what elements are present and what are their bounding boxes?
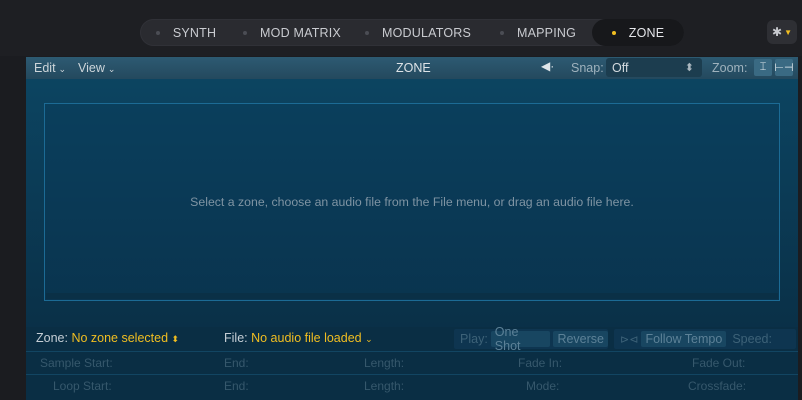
loop-row: Loop Start: End: Length: Mode: Crossfade… bbox=[26, 374, 798, 397]
tab-indicator-dot bbox=[611, 30, 616, 35]
zoom-vertical-icon[interactable]: ⌶ bbox=[754, 59, 772, 76]
loop-start-field[interactable]: Loop Start: bbox=[53, 379, 112, 393]
speaker-icon[interactable]: ◀· bbox=[541, 59, 554, 73]
zone-value: No zone selected bbox=[71, 331, 169, 345]
audio-drop-area[interactable]: Select a zone, choose an audio file from… bbox=[44, 103, 780, 301]
tab-indicator-dot bbox=[155, 30, 160, 35]
tab-synth[interactable]: SYNTH bbox=[140, 19, 232, 46]
loop-length-field[interactable]: Length: bbox=[364, 379, 404, 393]
tab-mapping[interactable]: MAPPING bbox=[484, 19, 592, 46]
follow-tempo-button[interactable]: Follow Tempo bbox=[641, 331, 727, 347]
fade-out-field[interactable]: Fade Out: bbox=[692, 356, 745, 370]
drop-area-message: Select a zone, choose an audio file from… bbox=[190, 195, 634, 209]
tab-zone[interactable]: ZONE bbox=[592, 19, 684, 46]
settings-menu-button[interactable]: ✱ ▼ bbox=[767, 20, 797, 44]
zoom-label: Zoom: bbox=[712, 61, 748, 75]
tab-label: MODULATORS bbox=[381, 25, 472, 40]
follow-tempo-icon: ⊳⊲ bbox=[620, 333, 639, 346]
chevron-down-icon: ⌄ bbox=[365, 334, 373, 344]
chevron-down-icon: ⌄ bbox=[58, 64, 67, 74]
zone-selector[interactable]: Zone: No zone selected ⬍ bbox=[36, 331, 179, 345]
play-mode-group: Play: One Shot Reverse bbox=[454, 325, 608, 353]
zone-editor-panel: Edit ⌄ View ⌄ ZONE ◀· Snap: Off ⬍ Zoom: ⌶ … bbox=[26, 57, 798, 400]
zone-file-row: Zone: No zone selected ⬍ File: No audio … bbox=[26, 325, 798, 353]
sample-length-field[interactable]: Length: bbox=[364, 356, 404, 370]
snap-label: Snap: bbox=[571, 61, 604, 75]
tab-indicator-dot bbox=[499, 30, 504, 35]
tab-modulators[interactable]: MODULATORS bbox=[352, 19, 484, 46]
snap-value: Off bbox=[612, 61, 629, 75]
file-label: File: bbox=[224, 331, 248, 345]
tab-label: ZONE bbox=[628, 25, 665, 40]
zone-label: Zone: bbox=[36, 331, 68, 345]
one-shot-button[interactable]: One Shot bbox=[490, 325, 551, 353]
tab-label: MOD MATRIX bbox=[260, 25, 341, 40]
file-selector[interactable]: File: No audio file loaded ⌄ bbox=[224, 331, 373, 345]
sample-row: Sample Start: End: Length: Fade In: Fade… bbox=[26, 351, 798, 374]
tab-indicator-dot bbox=[364, 30, 369, 35]
tab-label: MAPPING bbox=[516, 25, 577, 40]
zoom-horizontal-icon[interactable]: ⊢⊣ bbox=[774, 59, 794, 76]
settings-gear-icon: ✱ bbox=[772, 25, 783, 39]
tab-indicator-dot bbox=[243, 30, 248, 35]
sample-end-field[interactable]: End: bbox=[224, 356, 249, 370]
loop-end-field[interactable]: End: bbox=[224, 379, 249, 393]
speed-label: Speed: bbox=[732, 332, 772, 346]
edit-menu[interactable]: Edit ⌄ bbox=[34, 61, 66, 75]
snap-select[interactable]: Off ⬍ bbox=[606, 58, 702, 77]
tab-mod-matrix[interactable]: MOD MATRIX bbox=[232, 19, 352, 46]
up-down-arrows-icon: ⬍ bbox=[684, 62, 694, 74]
play-label: Play: bbox=[460, 332, 488, 346]
top-bar: SYNTH MOD MATRIX MODULATORS MAPPING ZONE… bbox=[0, 0, 802, 56]
loop-mode-field[interactable]: Mode: bbox=[526, 379, 559, 393]
toolbar-title: ZONE bbox=[396, 61, 431, 75]
zone-parameters: Zone: No zone selected ⬍ File: No audio … bbox=[26, 325, 798, 400]
zone-toolbar: Edit ⌄ View ⌄ ZONE ◀· Snap: Off ⬍ Zoom: ⌶ … bbox=[26, 57, 798, 79]
chevron-down-icon: ⌄ bbox=[107, 64, 116, 74]
file-value: No audio file loaded bbox=[251, 331, 362, 345]
view-menu[interactable]: View ⌄ bbox=[78, 61, 115, 75]
up-down-arrows-icon: ⬍ bbox=[171, 334, 180, 344]
sample-start-field[interactable]: Sample Start: bbox=[40, 356, 113, 370]
tempo-group: ⊳⊲ Follow Tempo Speed: bbox=[614, 329, 796, 349]
edit-menu-label: Edit bbox=[34, 61, 56, 75]
tab-bar: SYNTH MOD MATRIX MODULATORS MAPPING ZONE bbox=[140, 19, 684, 46]
tab-label: SYNTH bbox=[172, 25, 217, 40]
chevron-down-icon: ▼ bbox=[784, 27, 792, 37]
fade-in-field[interactable]: Fade In: bbox=[518, 356, 562, 370]
view-menu-label: View bbox=[78, 61, 105, 75]
reverse-button[interactable]: Reverse bbox=[553, 331, 608, 347]
waveform-scroll-strip[interactable] bbox=[46, 293, 778, 299]
crossfade-field[interactable]: Crossfade: bbox=[688, 379, 746, 393]
